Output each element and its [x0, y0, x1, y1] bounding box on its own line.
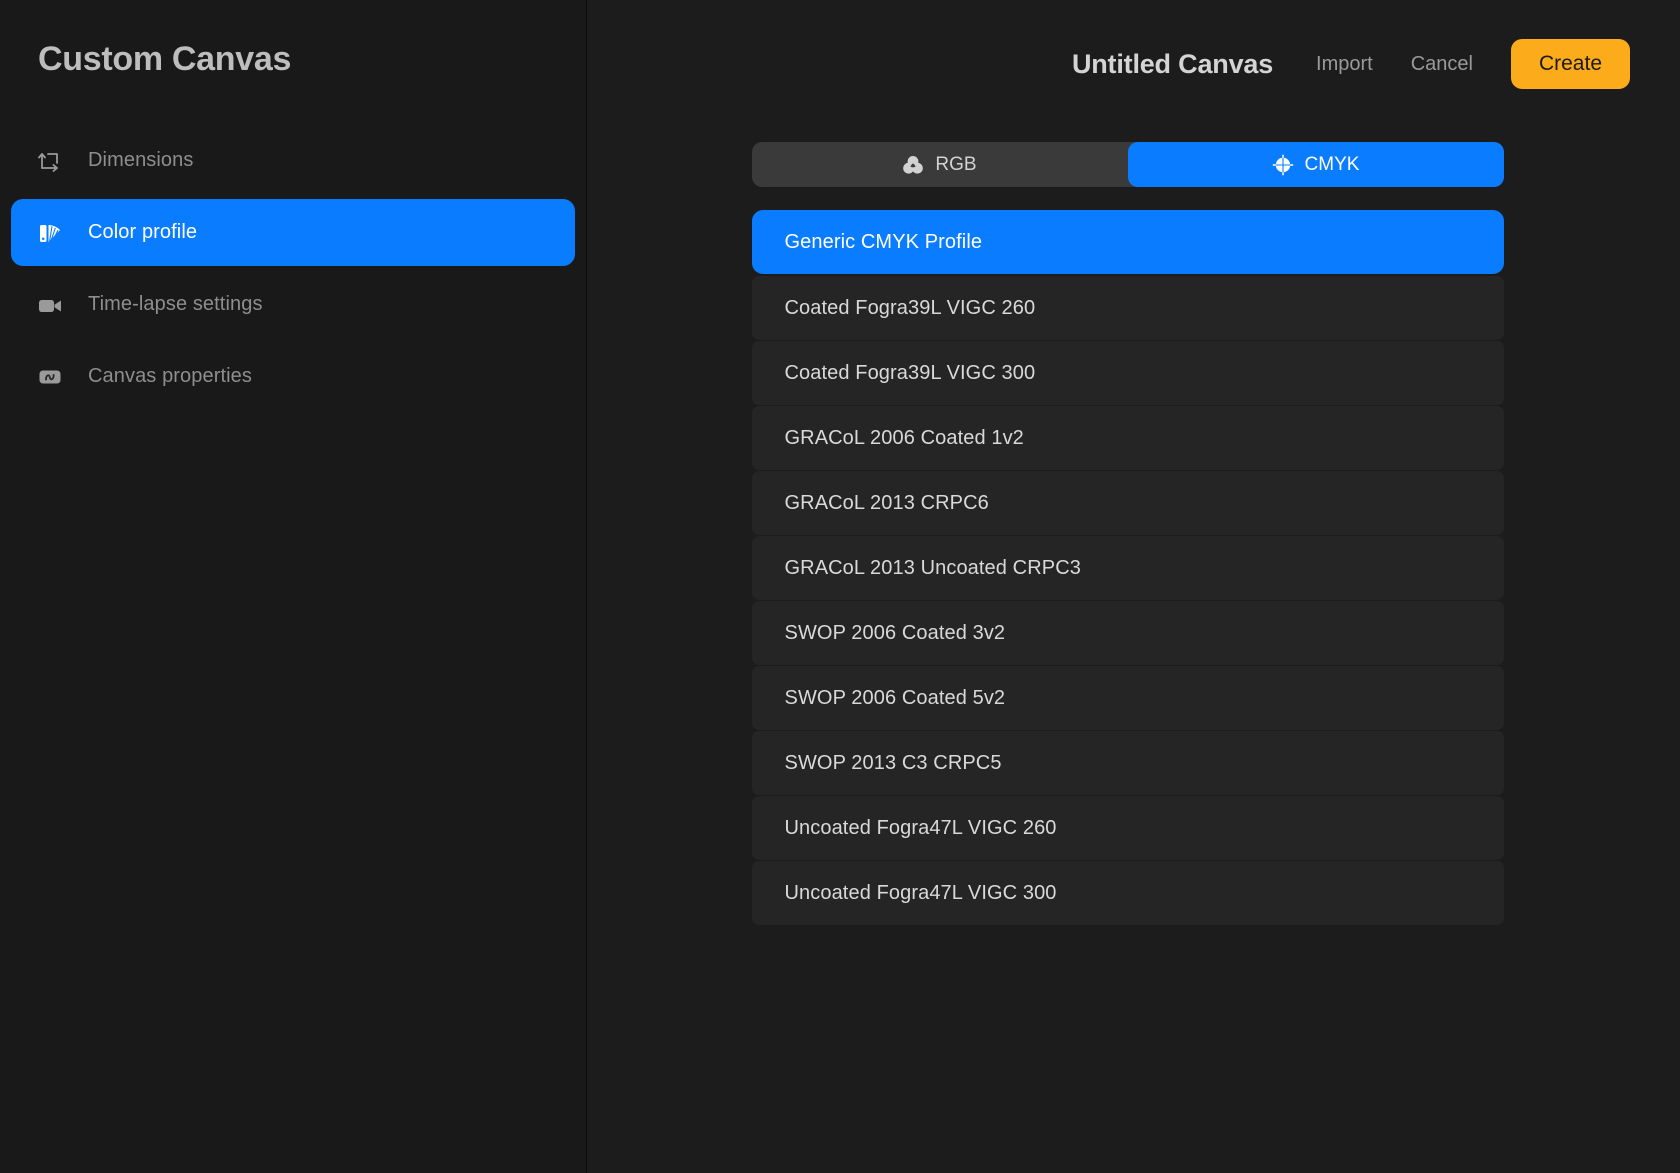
- create-button[interactable]: Create: [1510, 39, 1630, 89]
- sidebar-item-label: Time-lapse settings: [88, 293, 263, 315]
- sidebar-item-dimensions[interactable]: Dimensions: [11, 127, 575, 194]
- list-item[interactable]: SWOP 2013 C3 CRPC5: [751, 731, 1504, 795]
- main-panel: Untitled Canvas Import Cancel Create RGB: [587, 0, 1680, 1173]
- canvas-title: Untitled Canvas: [1071, 48, 1274, 79]
- segment-cmyk[interactable]: CMYK: [1127, 142, 1504, 187]
- list-item[interactable]: Coated Fogra39L VIGC 260: [751, 276, 1504, 340]
- custom-canvas-dialog: Custom Canvas Dimensions Color profile T…: [0, 0, 1680, 1173]
- sidebar-nav: Dimensions Color profile Time-lapse sett…: [0, 127, 586, 410]
- list-item[interactable]: SWOP 2006 Coated 5v2: [751, 666, 1504, 730]
- sidebar-item-label: Dimensions: [88, 149, 194, 171]
- segment-rgb[interactable]: RGB: [752, 142, 1128, 187]
- list-item[interactable]: Coated Fogra39L VIGC 300: [751, 341, 1504, 405]
- cmyk-registration-icon: [1272, 154, 1294, 176]
- list-item[interactable]: Uncoated Fogra47L VIGC 300: [751, 861, 1504, 925]
- rgb-venn-icon: [902, 154, 924, 176]
- segment-label: RGB: [935, 153, 977, 175]
- page-title: Custom Canvas: [38, 40, 292, 78]
- sidebar: Custom Canvas Dimensions Color profile T…: [0, 0, 587, 1173]
- topbar: Untitled Canvas Import Cancel Create: [587, 0, 1680, 128]
- color-profile-icon: [33, 216, 67, 250]
- list-item[interactable]: Generic CMYK Profile: [751, 210, 1504, 274]
- segment-label: CMYK: [1304, 153, 1360, 175]
- sidebar-item-label: Canvas properties: [88, 365, 253, 387]
- list-item[interactable]: GRACoL 2013 Uncoated CRPC3: [751, 536, 1504, 600]
- sidebar-item-label: Color profile: [88, 221, 198, 243]
- sidebar-item-canvas-properties[interactable]: Canvas properties: [11, 343, 575, 410]
- color-mode-segmented-control: RGB CMYK: [751, 142, 1504, 187]
- canvas-properties-icon: [33, 360, 67, 394]
- sidebar-item-color-profile[interactable]: Color profile: [11, 199, 575, 266]
- cancel-button[interactable]: Cancel: [1411, 53, 1473, 76]
- list-item[interactable]: GRACoL 2006 Coated 1v2: [751, 406, 1504, 470]
- dimensions-icon: [33, 144, 67, 178]
- video-camera-icon: [33, 288, 67, 322]
- import-button[interactable]: Import: [1316, 53, 1373, 76]
- sidebar-item-time-lapse-settings[interactable]: Time-lapse settings: [11, 271, 575, 338]
- list-item[interactable]: Uncoated Fogra47L VIGC 260: [751, 796, 1504, 860]
- list-item[interactable]: GRACoL 2013 CRPC6: [751, 471, 1504, 535]
- list-item[interactable]: SWOP 2006 Coated 3v2: [751, 601, 1504, 665]
- color-profile-list: Generic CMYK Profile Coated Fogra39L VIG…: [751, 210, 1504, 925]
